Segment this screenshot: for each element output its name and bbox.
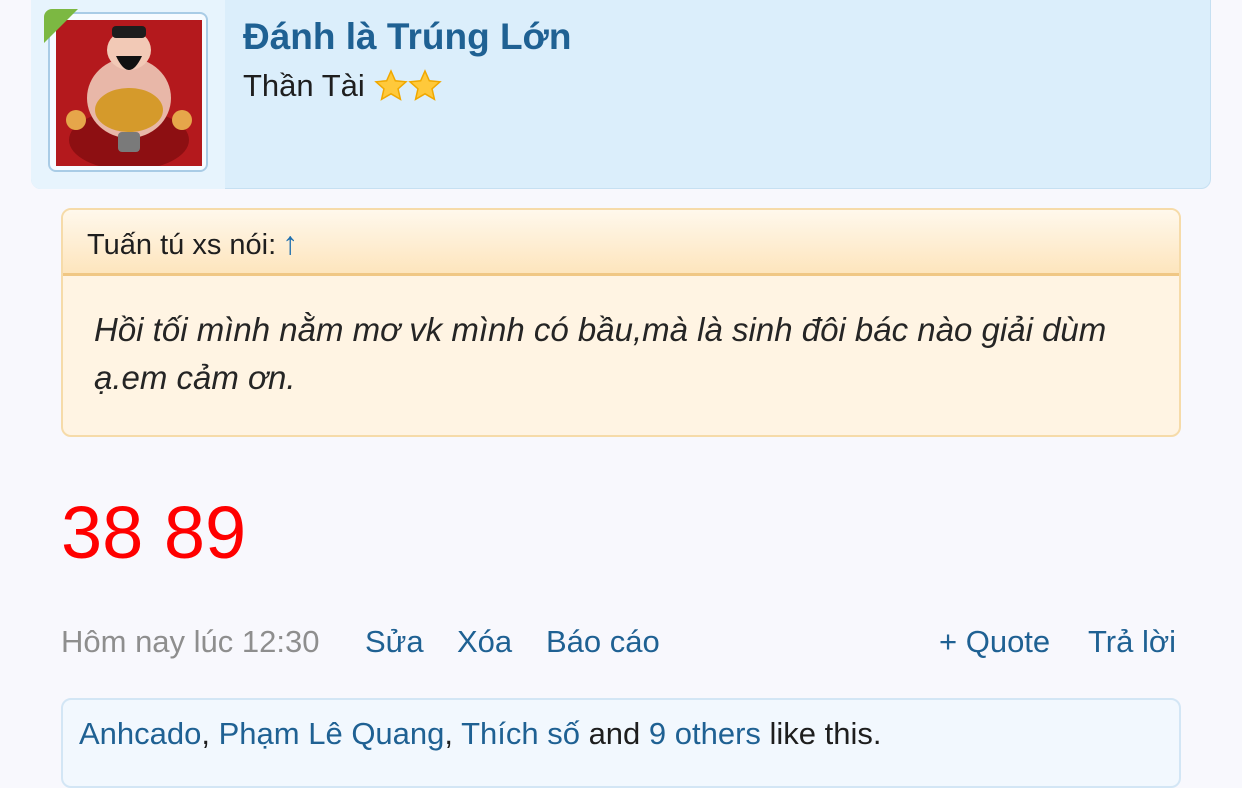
quote-author: Tuấn tú xs nói: ↑ (87, 225, 298, 262)
quote-author-label: Tuấn tú xs nói: (87, 229, 277, 261)
reply-button[interactable]: Trả lời (1088, 624, 1176, 660)
rank-stars (373, 68, 442, 104)
user-title: Thần Tài (243, 68, 442, 104)
quote-button[interactable]: + Quote (939, 624, 1050, 660)
liker-link[interactable]: Phạm Lê Quang (219, 716, 445, 751)
star-icon (407, 69, 442, 101)
separator: , (444, 716, 462, 751)
star-icon (373, 69, 408, 101)
post-timestamp[interactable]: Hôm nay lúc 12:30 (61, 624, 319, 660)
others-link[interactable]: 9 others (649, 716, 761, 751)
liker-link[interactable]: Thích số (461, 716, 580, 751)
likes-text: Anhcado, Phạm Lê Quang, Thích số and 9 o… (79, 716, 882, 752)
post-message: 38 89 (61, 491, 247, 574)
quote-block: Tuấn tú xs nói: ↑ Hồi tối mình nằm mơ vk … (61, 208, 1181, 437)
quote-jump-arrow-icon[interactable]: ↑ (282, 225, 298, 261)
report-link[interactable]: Báo cáo (546, 624, 660, 660)
likes-and: and (579, 716, 649, 751)
quote-header: Tuấn tú xs nói: ↑ (63, 210, 1179, 276)
separator: , (201, 716, 219, 751)
online-status-icon (44, 9, 80, 45)
quote-text: Hồi tối mình nằm mơ vk mình có bầu,mà là… (94, 311, 1107, 396)
post-meta-bar: Hôm nay lúc 12:30 Sửa Xóa Báo cáo + Quot… (61, 624, 1181, 668)
likes-suffix: like this. (760, 716, 882, 751)
edit-link[interactable]: Sửa (365, 624, 424, 660)
username-link[interactable]: Đánh là Trúng Lớn (243, 16, 571, 58)
liker-link[interactable]: Anhcado (79, 716, 201, 751)
user-title-label: Thần Tài (243, 68, 365, 103)
likes-summary: Anhcado, Phạm Lê Quang, Thích số and 9 o… (61, 698, 1181, 788)
delete-link[interactable]: Xóa (457, 624, 512, 660)
